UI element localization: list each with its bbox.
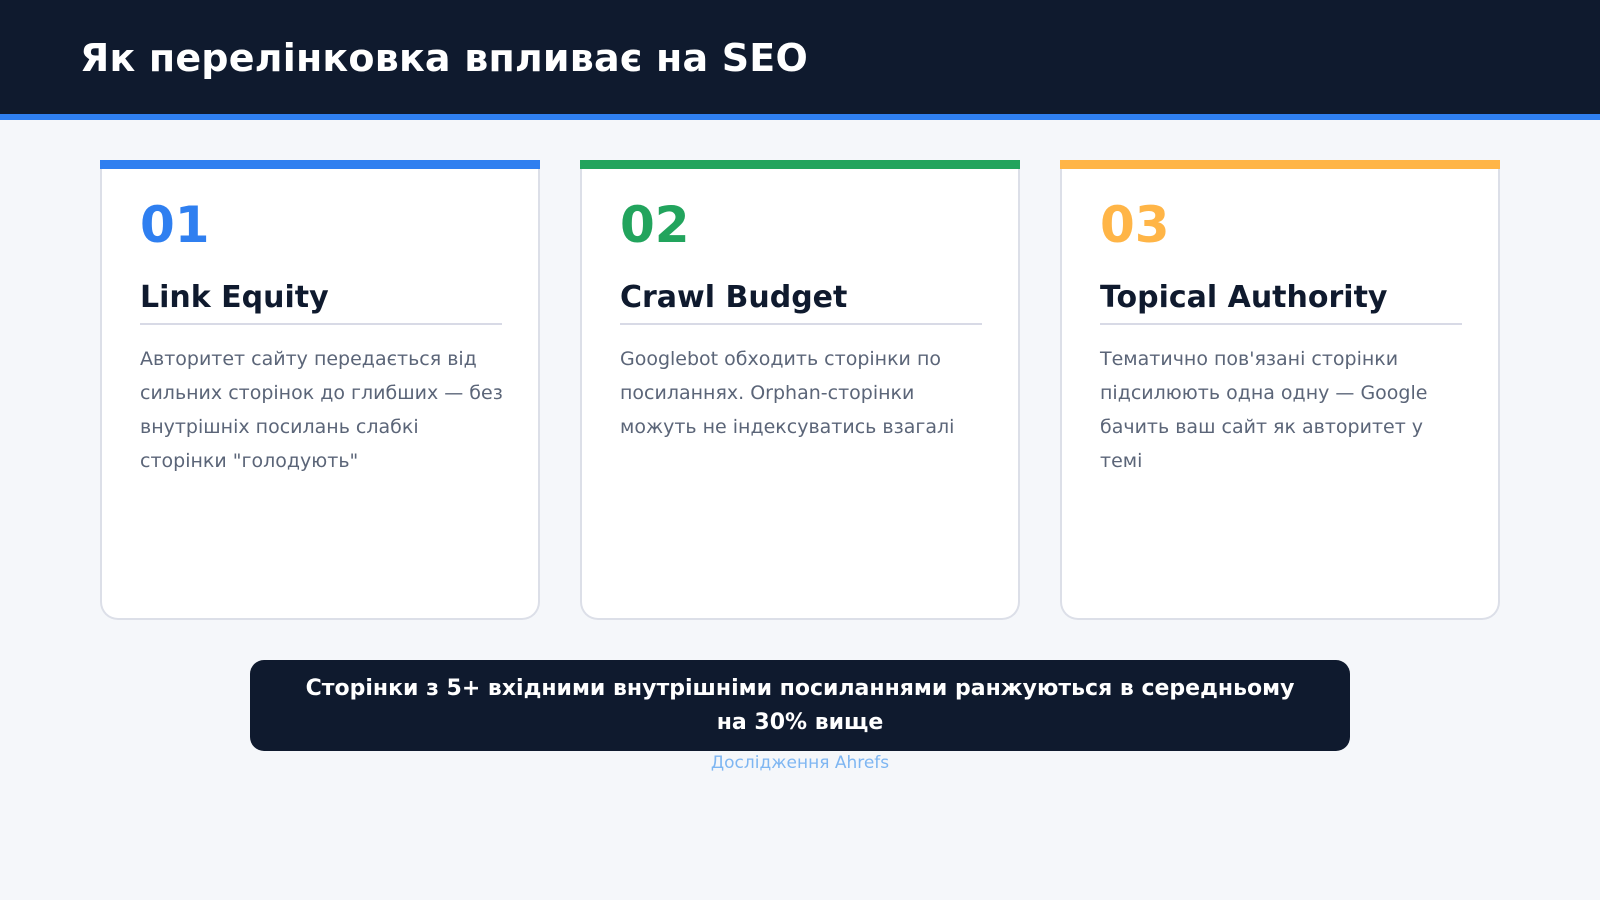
- card-description: Авторитет сайту передається від сильних …: [140, 348, 503, 472]
- card-topical-authority: 03 Topical Authority Тематично пов'язані…: [1060, 160, 1500, 620]
- card-accent-bar: [100, 160, 540, 169]
- card-link-equity: 01 Link Equity Авторитет сайту передаєть…: [100, 160, 540, 620]
- page-title: Як перелінковка впливає на SEO: [80, 36, 808, 80]
- card-description: Тематично пов'язані сторінки підсилюють …: [1100, 348, 1428, 472]
- card-title: Crawl Budget: [620, 280, 982, 325]
- stat-banner: Сторінки з 5+ вхідними внутрішніми посил…: [250, 660, 1350, 751]
- header-accent-line: [0, 114, 1600, 120]
- source-caption: Дослідження Ahrefs: [710, 753, 890, 773]
- card-number: 01: [140, 196, 210, 254]
- card-number: 02: [620, 196, 690, 254]
- card-accent-bar: [1060, 160, 1500, 169]
- header-bar: Як перелінковка впливає на SEO: [0, 0, 1600, 114]
- card-description: Googlebot обходить сторінки по посилання…: [620, 348, 955, 438]
- card-crawl-budget: 02 Crawl Budget Googlebot обходить сторі…: [580, 160, 1020, 620]
- card-title: Link Equity: [140, 280, 502, 325]
- card-accent-bar: [580, 160, 1020, 169]
- card-title: Topical Authority: [1100, 280, 1462, 325]
- stat-text: Сторінки з 5+ вхідними внутрішніми посил…: [305, 675, 1295, 735]
- card-number: 03: [1100, 196, 1170, 254]
